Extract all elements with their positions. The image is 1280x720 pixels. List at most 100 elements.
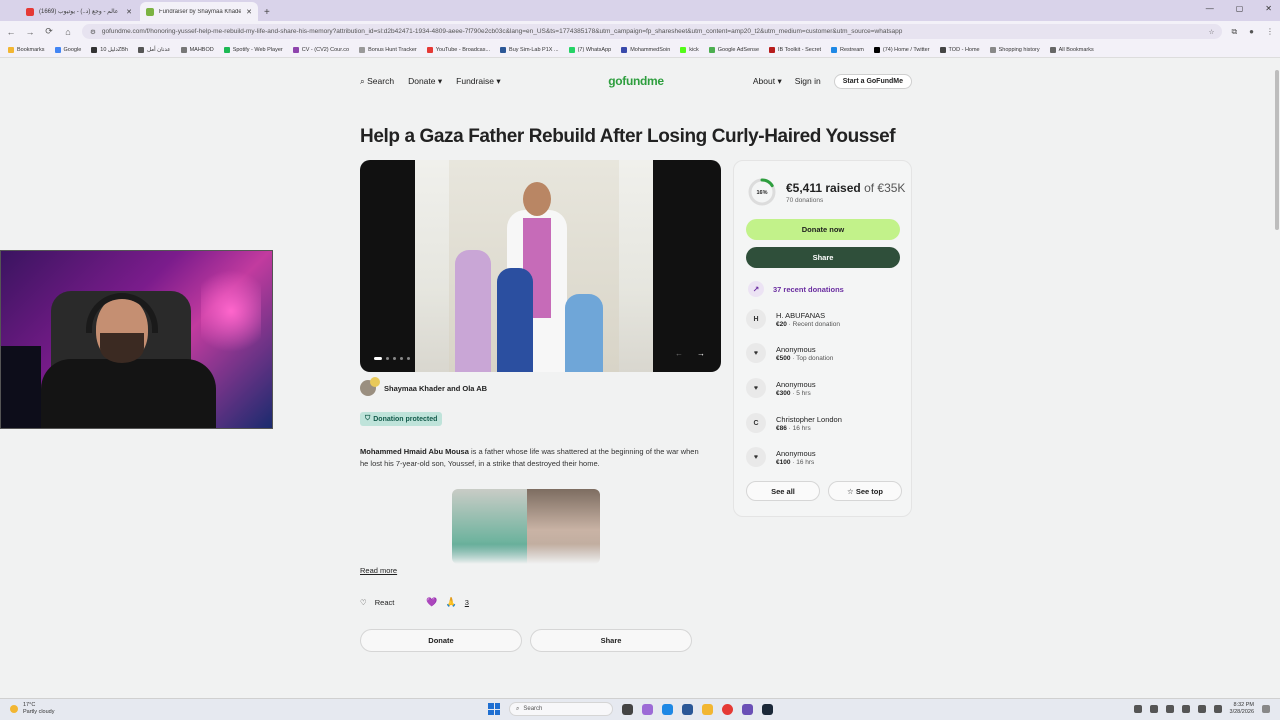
tab-strip: عالم - وجع (د..) - يوتيوب (1669) ✕ Fundr… xyxy=(0,0,1280,21)
copilot-icon[interactable] xyxy=(642,703,653,715)
bookmark-item[interactable]: عدنان أمل xyxy=(137,46,171,53)
donor-initial-avatar: H xyxy=(746,309,766,329)
tray-app-icon[interactable] xyxy=(1149,705,1158,713)
bookmark-item[interactable]: MohammedSoin xyxy=(621,46,670,53)
browser-tab-youtube[interactable]: عالم - وجع (د..) - يوتيوب (1669) ✕ xyxy=(20,2,138,21)
weather-widget[interactable]: 17°C Partly cloudy xyxy=(10,702,55,716)
task-view-icon[interactable] xyxy=(622,703,633,715)
carousel-prev-icon[interactable]: ← xyxy=(675,349,683,358)
volume-icon[interactable] xyxy=(1213,705,1222,713)
donate-button[interactable]: Donate xyxy=(360,629,522,652)
bookmark-item[interactable]: Shopping history xyxy=(989,46,1040,53)
close-window-icon[interactable]: ✕ xyxy=(1265,4,1272,13)
page-scrollbar[interactable] xyxy=(1274,58,1280,698)
bookmark-star-icon[interactable]: ☆ xyxy=(1209,28,1215,36)
windows-start-icon[interactable] xyxy=(488,703,500,715)
maximize-icon[interactable]: ▢ xyxy=(1236,4,1244,13)
progress-ring: 16% xyxy=(748,178,776,206)
minimize-icon[interactable]: — xyxy=(1206,4,1214,13)
bookmark-item[interactable]: kick xyxy=(680,46,699,53)
tray-app-icon[interactable] xyxy=(1165,705,1174,713)
donations-count: 70 donations xyxy=(786,197,824,204)
share-button[interactable]: Share xyxy=(530,629,692,652)
bookmark-item[interactable]: Google xyxy=(54,46,81,53)
campaign-photo-carousel[interactable]: ← → xyxy=(360,160,721,372)
heart-reaction-icon: 💜 xyxy=(426,597,438,607)
notifications-icon[interactable] xyxy=(1262,705,1270,713)
about-menu[interactable]: About ▾ xyxy=(753,76,782,87)
organizer-name: Shaymaa Khader and Ola AB xyxy=(384,383,488,393)
forward-icon[interactable]: → xyxy=(25,27,35,37)
bookmark-item[interactable]: (74) Home / Twitter xyxy=(873,46,930,53)
bookmark-item[interactable]: YouTube - Broadcas... xyxy=(426,46,490,53)
donor-row: H H. ABUFANAS €20 · Recent donation xyxy=(746,309,840,329)
bookmark-item[interactable]: Spotify - Web Player xyxy=(223,46,283,53)
bookmark-item[interactable]: Bonus Hunt Tracker xyxy=(359,46,417,53)
close-tab-icon[interactable]: ✕ xyxy=(246,8,252,16)
system-tray: 8:32 PM 3/28/2026 xyxy=(1133,702,1270,716)
bookmark-item[interactable]: Bookmarks xyxy=(8,46,45,53)
see-all-button[interactable]: See all xyxy=(746,481,820,501)
address-bar[interactable]: ⚙ gofundme.com/f/honoring-yussef-help-me… xyxy=(82,24,1223,39)
profile-avatar-icon[interactable]: ● xyxy=(1249,27,1254,37)
bookmark-item[interactable]: CV - (CV2) Cour.co xyxy=(292,46,349,53)
sign-in-link[interactable]: Sign in xyxy=(795,76,821,86)
tray-app-icon[interactable] xyxy=(1181,705,1190,713)
carousel-dots[interactable] xyxy=(374,357,410,360)
see-top-button[interactable]: ☆ See top xyxy=(828,481,902,501)
back-icon[interactable]: ← xyxy=(6,27,16,37)
reaction-count[interactable]: 3 xyxy=(465,598,469,607)
new-tab-icon[interactable]: + xyxy=(264,7,270,18)
home-icon[interactable]: ⌂ xyxy=(63,27,73,37)
donor-name: Christopher London xyxy=(776,414,842,424)
close-tab-icon[interactable]: ✕ xyxy=(126,8,132,16)
clock[interactable]: 8:32 PM 3/28/2026 xyxy=(1230,702,1254,716)
read-more-link[interactable]: Read more xyxy=(360,566,397,575)
steam-icon[interactable] xyxy=(762,703,773,715)
chrome-icon[interactable] xyxy=(722,703,733,715)
donor-initial-avatar: C xyxy=(746,413,766,433)
edge-icon[interactable] xyxy=(662,703,673,715)
tray-app-icon[interactable] xyxy=(1133,705,1142,713)
donor-row: ♥ Anonymous €500 · Top donation xyxy=(746,343,833,363)
site-info-icon[interactable]: ⚙ xyxy=(90,28,96,36)
wifi-icon[interactable] xyxy=(1197,705,1206,713)
carousel-next-icon[interactable]: → xyxy=(697,349,705,358)
bookmark-favicon-icon xyxy=(621,46,628,53)
bookmark-item[interactable]: Google AdSense xyxy=(708,46,759,53)
chevron-down-icon: ▾ xyxy=(437,75,443,86)
react-button[interactable]: React xyxy=(375,598,395,607)
start-gofundme-button[interactable]: Start a GoFundMe xyxy=(833,73,912,89)
campaign-title: Help a Gaza Father Rebuild After Losing … xyxy=(360,126,896,147)
donation-protected-badge[interactable]: ⛉ Donation protected xyxy=(360,412,443,426)
bookmark-item[interactable]: TOD - Home xyxy=(939,46,980,53)
tab-title: Fundraiser by Shaymaa Khader xyxy=(159,8,242,15)
reload-icon[interactable]: ⟳ xyxy=(44,26,54,37)
bookmark-item[interactable]: (7) WhatsApp xyxy=(568,46,611,53)
fundraise-menu[interactable]: Fundraise ▾ xyxy=(456,76,500,87)
bookmark-item[interactable]: دليل 10ZBh xyxy=(91,46,128,53)
extension-icon[interactable]: ⧉ xyxy=(1231,27,1237,37)
heart-outline-icon[interactable]: ♡ xyxy=(360,598,367,607)
discord-icon[interactable] xyxy=(742,703,753,715)
taskbar-search[interactable]: ⌕ Search xyxy=(509,702,613,716)
menu-kebab-icon[interactable]: ⋮ xyxy=(1266,27,1274,37)
recent-donations-link[interactable]: ↗ 37 recent donations xyxy=(748,281,844,297)
bookmark-favicon-icon xyxy=(91,46,98,53)
donate-menu[interactable]: Donate ▾ xyxy=(408,76,442,87)
bookmark-item[interactable]: Buy Sim-Lab P1X ... xyxy=(500,46,559,53)
progress-percent: 16% xyxy=(756,190,767,196)
bookmark-item[interactable]: IB Toolkit - Secret xyxy=(769,46,821,53)
store-icon[interactable] xyxy=(682,703,693,715)
search-link[interactable]: ⌕ Search xyxy=(360,76,394,87)
file-explorer-icon[interactable] xyxy=(702,703,713,715)
bookmark-item[interactable]: Restream xyxy=(831,46,864,53)
browser-tab-gofundme[interactable]: Fundraiser by Shaymaa Khader ✕ xyxy=(140,2,258,21)
donate-now-button[interactable]: Donate now xyxy=(746,219,900,240)
share-card-button[interactable]: Share xyxy=(746,247,900,268)
organizer-row[interactable]: Shaymaa Khader and Ola AB xyxy=(360,377,488,396)
gofundme-logo[interactable]: gofundme xyxy=(608,74,664,88)
bookmark-item[interactable]: MAHBOD xyxy=(180,46,214,53)
bookmark-item[interactable]: All Bookmarks xyxy=(1049,46,1094,53)
bookmark-favicon-icon xyxy=(292,46,299,53)
